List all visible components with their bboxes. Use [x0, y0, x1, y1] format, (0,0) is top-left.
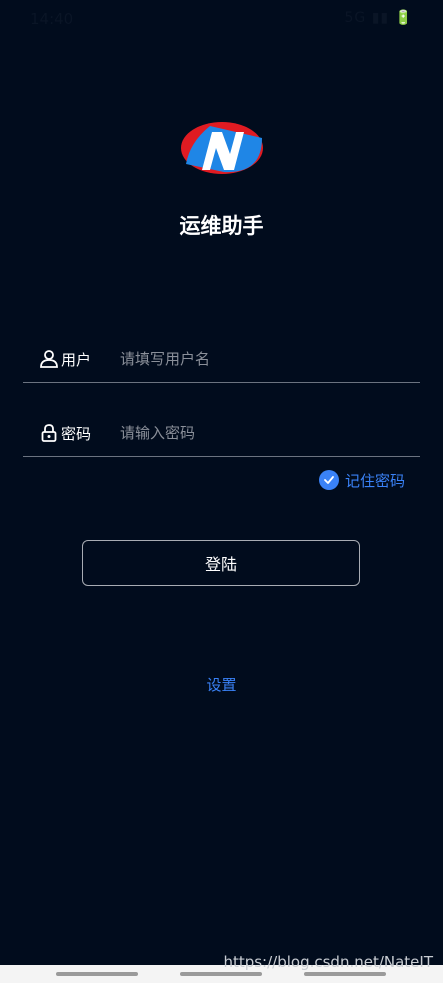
app-title: 运维助手: [179, 214, 264, 238]
login-button[interactable]: 登陆: [82, 540, 360, 586]
username-label: 用户: [61, 351, 92, 369]
password-input[interactable]: [120, 418, 410, 448]
lock-icon: [41, 424, 57, 442]
nav-recent-handle[interactable]: [304, 972, 386, 976]
check-icon[interactable]: [318, 470, 339, 490]
remember-password-toggle[interactable]: 记住密码: [318, 469, 405, 491]
status-icons: 5G ▮▮ 🔋: [344, 10, 413, 26]
status-time: 14:40: [30, 10, 74, 28]
login-button-label: 登陆: [204, 555, 237, 574]
username-input[interactable]: [120, 344, 410, 374]
username-field: 用户: [23, 338, 420, 383]
nav-back-handle[interactable]: [56, 972, 138, 976]
user-icon: [40, 350, 58, 368]
nav-home-handle[interactable]: [180, 972, 262, 976]
status-bar: 14:40 5G ▮▮ 🔋: [0, 0, 443, 36]
watermark-text: https://blog.csdn.net/NateIT: [223, 953, 433, 971]
password-label: 密码: [61, 425, 92, 443]
remember-password-label[interactable]: 记住密码: [345, 470, 405, 491]
settings-link[interactable]: 设置: [0, 674, 443, 695]
password-field: 密码: [23, 412, 420, 457]
app-logo: [181, 122, 263, 174]
